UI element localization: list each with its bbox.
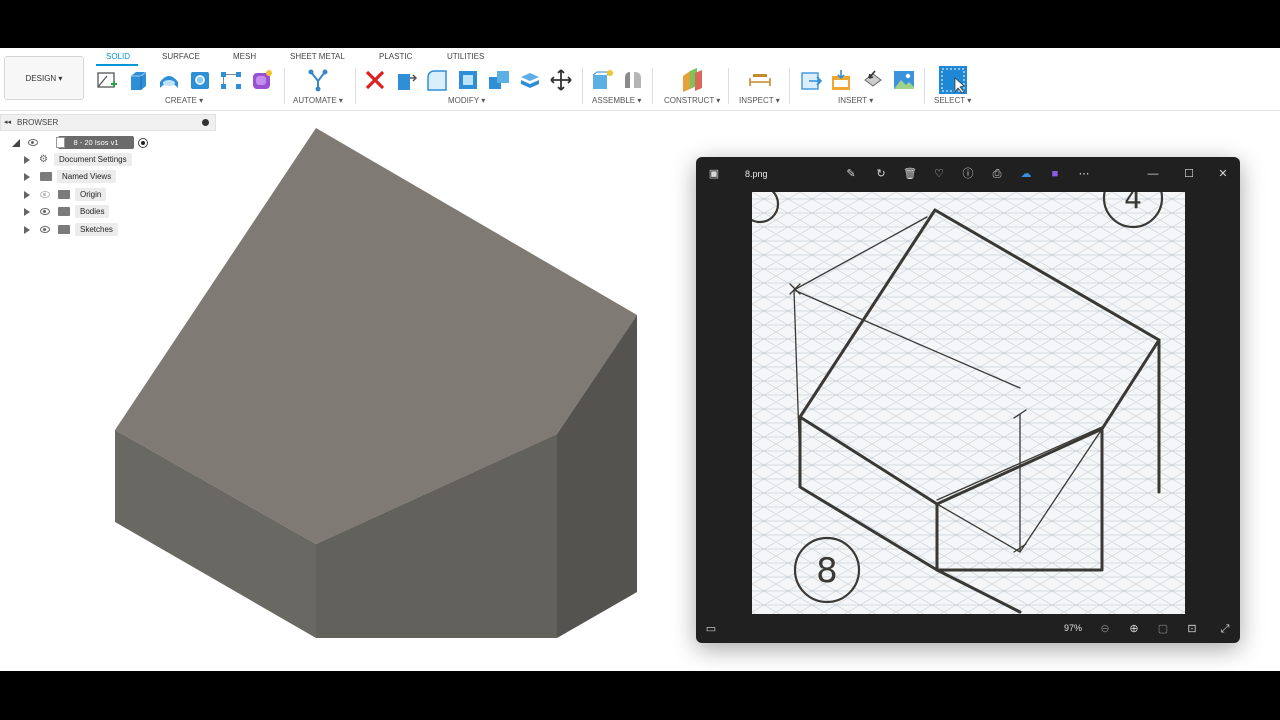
separator: [789, 68, 790, 104]
combine-icon[interactable]: [487, 68, 511, 92]
construct-menu[interactable]: CONSTRUCT ▾: [664, 96, 720, 105]
joint-icon[interactable]: [621, 68, 645, 92]
zoom-in-icon[interactable]: ⊕: [1126, 621, 1142, 637]
shell-icon[interactable]: [456, 68, 480, 92]
revolve-icon[interactable]: [157, 68, 181, 92]
separator: [355, 68, 356, 104]
fusion-window: DESIGN ▾ SOLID SURFACE MESH SHEET METAL …: [0, 48, 1280, 671]
offset-plane-icon[interactable]: [680, 68, 704, 92]
edit-icon[interactable]: ✎: [843, 166, 859, 182]
extrude-icon[interactable]: [126, 68, 150, 92]
print-icon[interactable]: ⎙: [989, 166, 1005, 182]
tab-plastic[interactable]: PLASTIC: [379, 52, 412, 61]
tab-sheet-metal[interactable]: SHEET METAL: [290, 52, 345, 61]
letterbox-bottom: [0, 671, 1280, 720]
automate-menu[interactable]: AUTOMATE ▾: [293, 96, 343, 105]
measure-icon[interactable]: [748, 68, 772, 92]
more-options-icon[interactable]: ⋯: [1076, 166, 1092, 182]
maximize-icon[interactable]: ☐: [1181, 166, 1197, 182]
rotate-icon[interactable]: ↻: [873, 166, 889, 182]
modify-menu[interactable]: MODIFY ▾: [448, 96, 485, 105]
form-icon[interactable]: [250, 68, 274, 92]
zoom-level: 97%: [1064, 623, 1083, 633]
separator: [652, 68, 653, 104]
sketch-number-4: 4: [1124, 192, 1142, 215]
favorite-icon[interactable]: ♡: [931, 166, 947, 182]
pattern-icon[interactable]: [219, 68, 243, 92]
workspace-switcher[interactable]: DESIGN ▾: [4, 56, 84, 100]
move-icon[interactable]: [549, 68, 573, 92]
toolbar-ribbon: DESIGN ▾ SOLID SURFACE MESH SHEET METAL …: [0, 48, 1280, 111]
delete-icon[interactable]: [363, 68, 387, 92]
filmstrip-icon[interactable]: ▭: [703, 621, 719, 637]
clipchamp-icon[interactable]: ■: [1047, 166, 1063, 182]
insert-menu[interactable]: INSERT ▾: [838, 96, 873, 105]
fillet-icon[interactable]: [425, 68, 449, 92]
photos-status-bar: ▭ 97% ⊖ ⊕ ▢ ⊡ ⤢: [696, 615, 1240, 643]
tab-surface[interactable]: SURFACE: [162, 52, 200, 61]
tab-solid[interactable]: SOLID: [106, 52, 130, 61]
new-component-icon[interactable]: [590, 68, 614, 92]
zoom-out-icon[interactable]: ⊖: [1097, 621, 1113, 637]
fullscreen-icon[interactable]: ⤢: [1217, 621, 1233, 637]
create-menu[interactable]: CREATE ▾: [165, 96, 203, 105]
photos-title-bar: ▣ 8.png ✎ ↻ 🗑 ♡ ⓘ ⎙ ☁ ■ ⋯ — ☐ ✕: [696, 157, 1240, 191]
delete-icon[interactable]: 🗑: [902, 166, 918, 182]
close-icon[interactable]: ✕: [1215, 166, 1231, 182]
select-menu[interactable]: SELECT ▾: [934, 96, 971, 105]
separator: [284, 68, 285, 104]
insert-mesh-icon[interactable]: [861, 68, 885, 92]
tab-utilities[interactable]: UTILITIES: [447, 52, 484, 61]
photos-viewer-window: ▣ 8.png ✎ ↻ 🗑 ♡ ⓘ ⎙ ☁ ■ ⋯ — ☐ ✕ 4 8 ▭ 97…: [696, 157, 1240, 643]
active-tab-indicator: [96, 64, 138, 66]
insert-canvas-icon[interactable]: [892, 68, 916, 92]
separator: [728, 68, 729, 104]
fit-to-window-icon[interactable]: ▢: [1155, 621, 1171, 637]
sketch-number-8: 8: [816, 551, 838, 591]
press-pull-icon[interactable]: [394, 68, 418, 92]
hole-icon[interactable]: [188, 68, 212, 92]
gallery-icon[interactable]: ▣: [706, 166, 722, 182]
offset-face-icon[interactable]: [518, 68, 542, 92]
automate-icon[interactable]: [306, 68, 330, 92]
separator: [924, 68, 925, 104]
image-filename: 8.png: [745, 169, 768, 179]
inspect-menu[interactable]: INSPECT ▾: [739, 96, 780, 105]
letterbox-top: [0, 0, 1280, 48]
viewport-3d-model[interactable]: [0, 110, 700, 670]
tab-mesh[interactable]: MESH: [233, 52, 256, 61]
insert-svg-icon[interactable]: [830, 68, 854, 92]
info-icon[interactable]: ⓘ: [960, 166, 976, 182]
select-icon[interactable]: [939, 66, 967, 94]
assemble-menu[interactable]: ASSEMBLE ▾: [592, 96, 641, 105]
create-sketch-icon[interactable]: [95, 68, 119, 92]
image-canvas[interactable]: 4 8: [752, 192, 1185, 614]
onedrive-icon[interactable]: ☁: [1018, 166, 1034, 182]
separator: [582, 68, 583, 104]
isometric-sketch-image: 4 8: [752, 192, 1185, 614]
actual-size-icon[interactable]: ⊡: [1184, 621, 1200, 637]
insert-derive-icon[interactable]: [799, 68, 823, 92]
minimize-icon[interactable]: —: [1145, 166, 1161, 182]
